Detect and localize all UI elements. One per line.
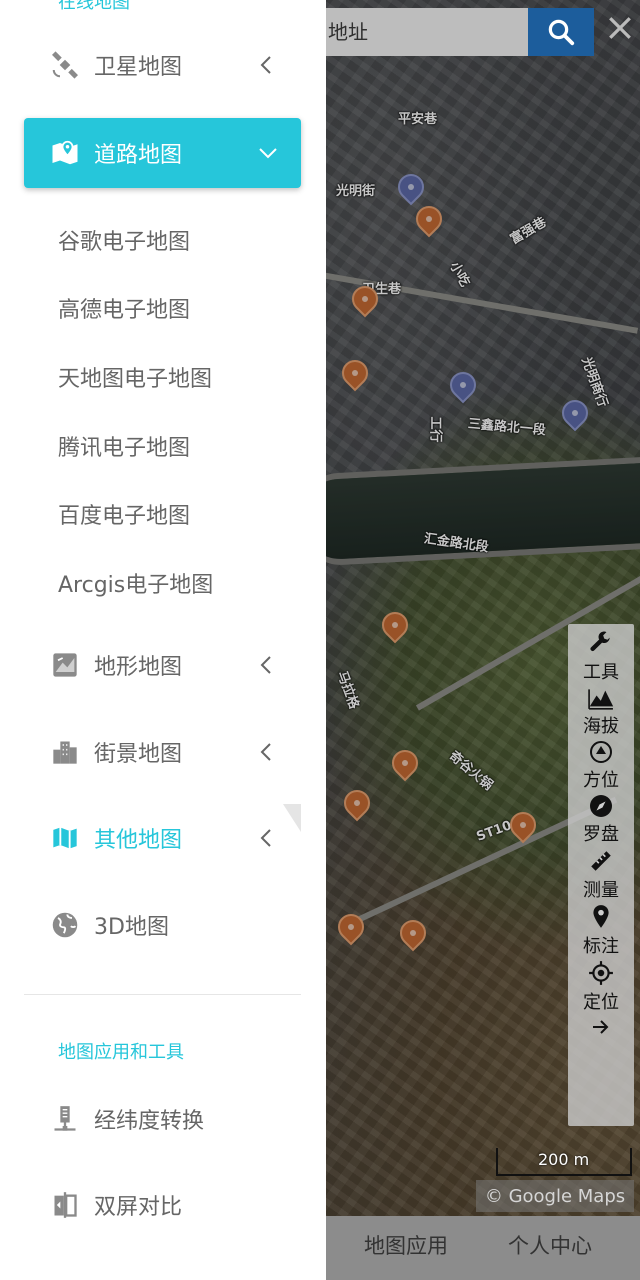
buildings-icon: [50, 737, 80, 767]
submenu-tencent-map[interactable]: 腾讯电子地图: [58, 430, 190, 462]
chevron-left-icon: [260, 56, 271, 74]
menu-item-label: 双屏对比: [94, 1195, 183, 1220]
terrain-icon: [50, 650, 80, 680]
submenu-tianditu[interactable]: 天地图电子地图: [58, 361, 212, 393]
location-marker-icon: [593, 905, 609, 928]
section-label-online-maps: 在线地图: [58, 0, 130, 13]
tool-label: 海拔: [583, 716, 619, 737]
split-screen-icon: [50, 1190, 80, 1220]
search-input[interactable]: [326, 8, 528, 56]
tool-measure[interactable]: 测量: [568, 848, 634, 902]
elevation-icon: [588, 689, 614, 710]
arrow-right-icon: [593, 1020, 609, 1034]
server-icon: [50, 1104, 80, 1134]
search-icon: [548, 19, 575, 46]
menu-item-coordinate-convert[interactable]: 经纬度转换: [24, 1084, 301, 1154]
nav-profile[interactable]: 个人中心: [508, 1230, 592, 1260]
satellite-icon: [50, 50, 80, 80]
map-tools-panel: 工具 海拔 方位 罗盘 测量 标注 定位: [568, 624, 634, 1126]
expand-tools-button[interactable]: [568, 1018, 634, 1036]
direction-icon: [590, 741, 612, 763]
wrench-icon: [590, 631, 610, 652]
scale-bar: 200 m: [496, 1148, 632, 1176]
menu-item-label: 卫星地图: [94, 55, 183, 80]
tool-wrench[interactable]: 工具: [568, 630, 634, 684]
tool-label: 标注: [583, 936, 619, 957]
tool-label: 方位: [583, 770, 619, 791]
scale-label: 200 m: [538, 1150, 590, 1169]
menu-item-label: 3D地图: [94, 915, 169, 940]
tool-elevation[interactable]: 海拔: [568, 686, 634, 738]
close-icon: [609, 17, 631, 39]
menu-item-label: 街景地图: [94, 742, 183, 767]
map-attribution: © Google Maps: [476, 1180, 634, 1212]
tool-locate[interactable]: 定位: [568, 960, 634, 1014]
globe-icon: [50, 910, 80, 940]
tool-label: 罗盘: [583, 824, 619, 845]
menu-item-other-maps[interactable]: 其他地图: [24, 803, 301, 873]
compass-icon: [590, 795, 612, 817]
submenu-baidu-map[interactable]: 百度电子地图: [58, 498, 190, 530]
map-pin-icon: [50, 138, 80, 168]
menu-item-street-view[interactable]: 街景地图: [24, 717, 301, 787]
search-bar: [326, 8, 596, 56]
chevron-left-icon: [260, 829, 271, 847]
ruler-icon: [591, 851, 611, 871]
menu-item-label: 经纬度转换: [94, 1109, 205, 1134]
nav-map-apps[interactable]: 地图应用: [364, 1230, 448, 1260]
tool-direction[interactable]: 方位: [568, 740, 634, 792]
menu-item-road[interactable]: 道路地图: [24, 118, 301, 188]
folded-map-icon: [50, 823, 80, 853]
submenu-amap[interactable]: 高德电子地图: [58, 292, 190, 324]
menu-item-split-compare[interactable]: 双屏对比: [24, 1170, 301, 1240]
menu-item-label: 其他地图: [94, 828, 183, 853]
menu-item-label: 道路地图: [94, 143, 183, 168]
submenu-arcgis-map[interactable]: Arcgis电子地图: [58, 567, 213, 599]
submenu-google-map[interactable]: 谷歌电子地图: [58, 224, 190, 256]
menu-item-3d-map[interactable]: 3D地图: [24, 890, 301, 960]
tool-label: 工具: [583, 662, 619, 683]
menu-item-terrain[interactable]: 地形地图: [24, 630, 301, 700]
chevron-left-icon: [260, 743, 271, 761]
menu-item-label: 地形地图: [94, 655, 183, 680]
corner-fold-decoration: [283, 804, 301, 832]
menu-item-satellite[interactable]: 卫星地图: [24, 30, 301, 100]
drawer-divider: [24, 994, 301, 995]
section-label-tools: 地图应用和工具: [58, 1042, 184, 1063]
tool-label: 定位: [583, 992, 619, 1013]
crosshair-icon: [589, 961, 613, 985]
close-button[interactable]: [606, 14, 634, 42]
side-drawer: 在线地图 卫星地图 道路地图 谷歌电子地图 高德电子地图 天地图电子地图 腾讯电…: [0, 0, 326, 1280]
chevron-down-icon: [259, 148, 277, 159]
search-button[interactable]: [528, 8, 594, 56]
tool-label: 测量: [583, 880, 619, 901]
chevron-left-icon: [260, 656, 271, 674]
tool-compass[interactable]: 罗盘: [568, 794, 634, 846]
tool-annotate[interactable]: 标注: [568, 904, 634, 958]
